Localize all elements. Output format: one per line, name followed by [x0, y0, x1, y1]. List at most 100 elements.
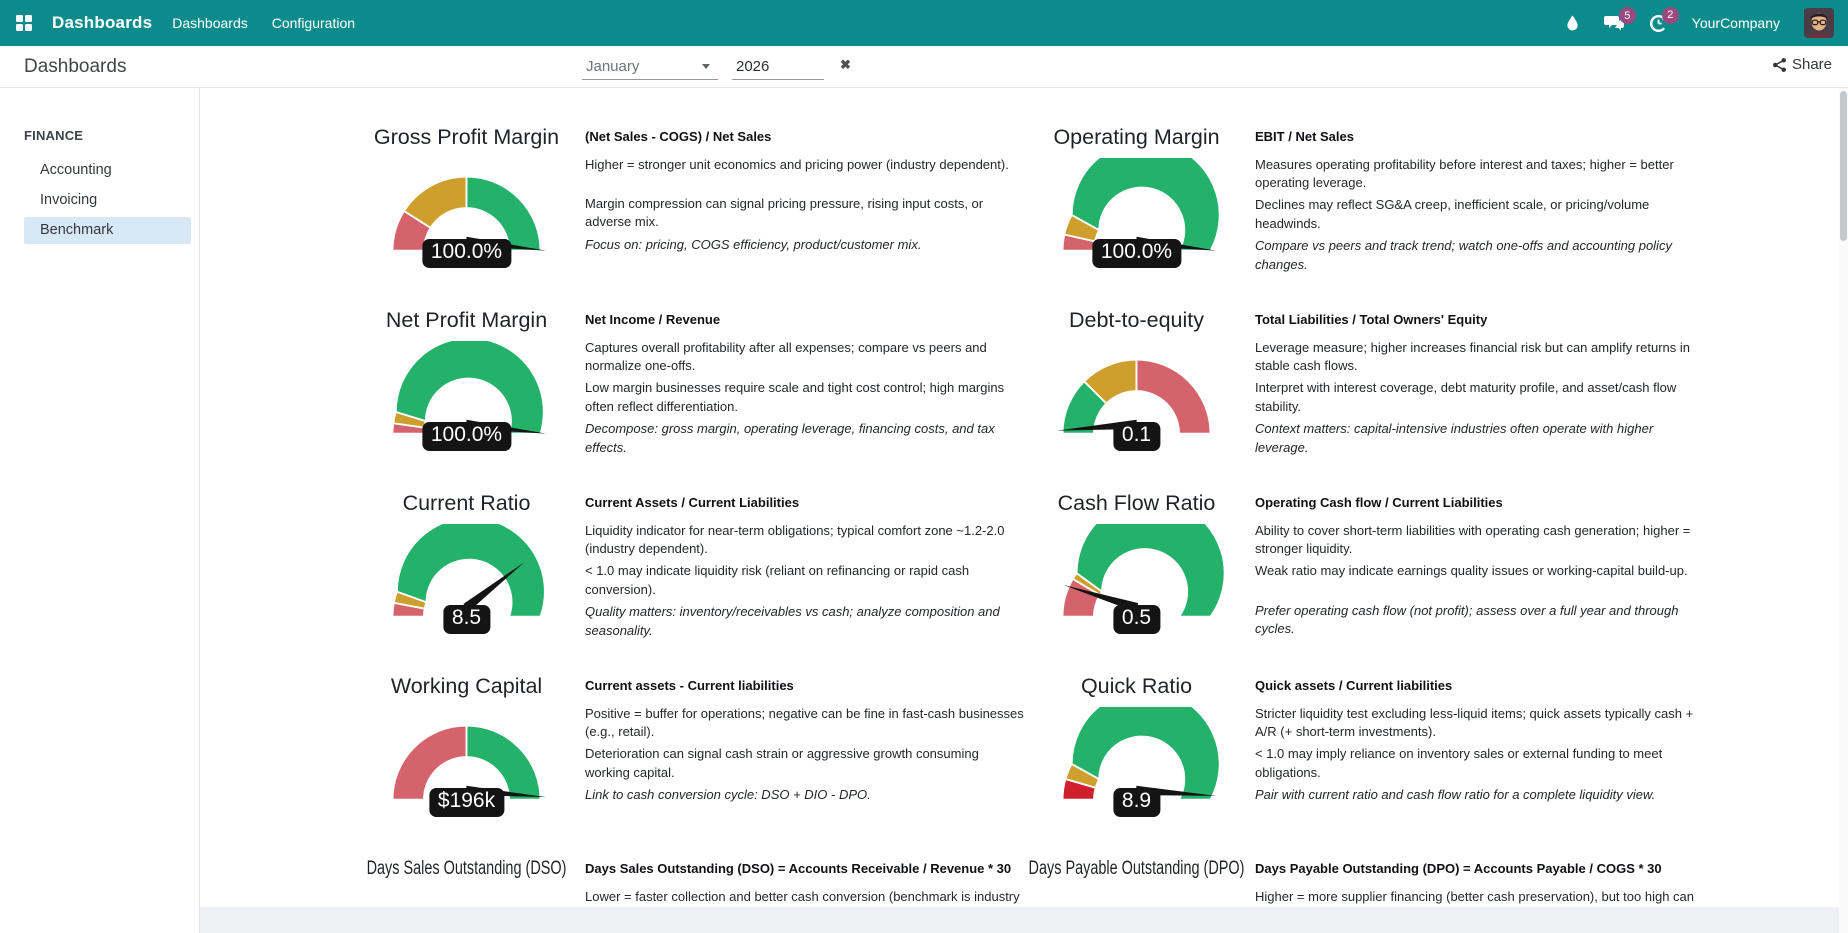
share-label: Share: [1792, 56, 1832, 73]
share-icon: [1772, 57, 1787, 73]
messages-icon[interactable]: 5: [1604, 14, 1625, 32]
kpi-title: Quick Ratio: [1044, 671, 1229, 701]
user-avatar[interactable]: [1804, 8, 1834, 38]
clear-filter-icon[interactable]: ✖: [840, 57, 851, 73]
kpi-description-lines: Measures operating profitability before …: [1255, 156, 1695, 275]
kpi-formula: Days Sales Outstanding (DSO) = Accounts …: [585, 860, 1025, 878]
messages-badge: 5: [1619, 7, 1636, 24]
kpi-description: Net Income / Revenue Captures overall pr…: [585, 305, 1025, 461]
kpi-gauge-chart: $196k: [374, 707, 559, 811]
kpi-note: Prefer operating cash flow (not profit);…: [1255, 602, 1695, 639]
kpi-value-badge: 100.0%: [422, 239, 511, 268]
kpi-value-badge: 8.5: [443, 605, 490, 634]
kpi-value-badge: 100.0%: [422, 422, 511, 451]
sidebar-item-invoicing[interactable]: Invoicing: [24, 187, 191, 214]
kpi-note: Pair with current ratio and cash flow ra…: [1255, 786, 1695, 804]
kpi-value-badge: 0.1: [1113, 422, 1160, 451]
kpi-value-badge: 0.5: [1113, 605, 1160, 634]
kpi-description: Quick assets / Current liabilities Stric…: [1255, 671, 1695, 820]
kpi-title: Operating Margin: [1044, 122, 1229, 152]
kpi-description-line: Liquidity indicator for near-term obliga…: [585, 522, 1025, 559]
kpi-card: Current Ratio 8.5 Current Assets / Curre…: [200, 454, 1024, 644]
kpi-description-lines: Higher = stronger unit economics and pri…: [585, 156, 1025, 255]
vertical-scrollbar[interactable]: [1839, 88, 1848, 933]
kpi-title: Days Sales Outstanding (DSO): [396, 854, 537, 884]
kpi-description-line: Leverage measure; higher increases finan…: [1255, 339, 1695, 376]
kpi-gauge-chart: 100.0%: [374, 341, 559, 445]
kpi-gauge-chart: 100.0%: [1044, 158, 1229, 262]
kpi-formula: (Net Sales - COGS) / Net Sales: [585, 128, 1025, 146]
kpi-formula: Total Liabilities / Total Owners' Equity: [1255, 311, 1695, 329]
kpi-note: Focus on: pricing, COGS efficiency, prod…: [585, 236, 1025, 254]
month-select[interactable]: January: [582, 54, 718, 80]
kpi-description-line: Stricter liquidity test excluding less-l…: [1255, 705, 1695, 742]
kpi-title: Days Payable Outstanding (DPO): [1066, 854, 1207, 884]
top-menu: Dashboards Configuration: [172, 15, 355, 31]
kpi-description-line: Ability to cover short-term liabilities …: [1255, 522, 1695, 559]
kpi-value-badge: $196k: [429, 788, 504, 817]
kpi-description-line: < 1.0 may imply reliance on inventory sa…: [1255, 745, 1695, 782]
kpi-card: Working Capital $196k Current assets - C…: [200, 637, 1024, 820]
kpi-card: Cash Flow Ratio 0.5 Operating Cash flow …: [1024, 454, 1848, 644]
activities-badge: 2: [1662, 7, 1679, 24]
sidebar-item-benchmark[interactable]: Benchmark: [24, 217, 191, 244]
kpi-row: Working Capital $196k Current assets - C…: [200, 637, 1848, 820]
app-brand[interactable]: Dashboards: [52, 13, 152, 33]
company-menu[interactable]: YourCompany: [1692, 15, 1780, 31]
top-menu-item-configuration[interactable]: Configuration: [272, 15, 355, 31]
year-input[interactable]: [732, 54, 824, 80]
kpi-gauge-chart: 0.5: [1044, 524, 1229, 628]
kpi-description-line: Deterioration can signal cash strain or …: [585, 745, 1025, 782]
kpi-title: Net Profit Margin: [374, 305, 559, 335]
apps-grid-icon[interactable]: [16, 15, 32, 31]
month-select-value: January: [582, 58, 702, 75]
kpi-description: Operating Cash flow / Current Liabilitie…: [1255, 488, 1695, 644]
kpi-formula: Current assets - Current liabilities: [585, 677, 1025, 695]
sidebar-list: Accounting Invoicing Benchmark: [0, 157, 199, 244]
kpi-card: Gross Profit Margin 100.0% (Net Sales - …: [200, 88, 1024, 278]
page-title: Dashboards: [24, 56, 126, 78]
kpi-description-line: Positive = buffer for operations; negati…: [585, 705, 1025, 742]
vertical-scrollbar-thumb[interactable]: [1840, 91, 1847, 241]
droplet-icon[interactable]: [1565, 14, 1580, 32]
kpi-card: Net Profit Margin 100.0% Net Income / Re…: [200, 271, 1024, 461]
kpi-description-line: Margin compression can signal pricing pr…: [585, 195, 1025, 232]
top-menu-item-dashboards[interactable]: Dashboards: [172, 15, 248, 31]
kpi-title: Cash Flow Ratio: [1044, 488, 1229, 518]
kpi-description-line: [1255, 585, 1695, 598]
kpi-description: (Net Sales - COGS) / Net Sales Higher = …: [585, 122, 1025, 278]
kpi-row: Net Profit Margin 100.0% Net Income / Re…: [200, 271, 1848, 454]
chevron-down-icon: [702, 64, 710, 69]
kpi-description-lines: Leverage measure; higher increases finan…: [1255, 339, 1695, 458]
kpi-description-line: Interpret with interest coverage, debt m…: [1255, 379, 1695, 416]
kpi-description-lines: Stricter liquidity test excluding less-l…: [1255, 705, 1695, 805]
kpi-note: Compare vs peers and track trend; watch …: [1255, 237, 1695, 274]
kpi-card: Quick Ratio 8.9 Quick assets / Current l…: [1024, 637, 1848, 820]
kpi-row: Gross Profit Margin 100.0% (Net Sales - …: [200, 88, 1848, 271]
kpi-description-line: < 1.0 may indicate liquidity risk (relia…: [585, 562, 1025, 599]
sidebar-item-accounting[interactable]: Accounting: [24, 157, 191, 184]
kpi-formula: Days Payable Outstanding (DPO) = Account…: [1255, 860, 1695, 878]
kpi-description-line: [585, 178, 1025, 191]
kpi-description-line: Higher = stronger unit economics and pri…: [585, 156, 1025, 174]
dashboard-content: Gross Profit Margin 100.0% (Net Sales - …: [200, 88, 1848, 933]
kpi-title: Debt-to-equity: [1044, 305, 1229, 335]
kpi-formula: EBIT / Net Sales: [1255, 128, 1695, 146]
kpi-gauge-chart: 8.9: [1044, 707, 1229, 811]
kpi-formula: Operating Cash flow / Current Liabilitie…: [1255, 494, 1695, 512]
kpi-note: Quality matters: inventory/receivables v…: [585, 603, 1025, 640]
kpi-description-lines: Liquidity indicator for near-term obliga…: [585, 522, 1025, 641]
kpi-formula: Current Assets / Current Liabilities: [585, 494, 1025, 512]
kpi-gauge-chart: 100.0%: [374, 158, 559, 262]
kpi-note: Decompose: gross margin, operating lever…: [585, 420, 1025, 457]
horizontal-scrollbar[interactable]: [200, 907, 1848, 933]
share-button[interactable]: Share: [1772, 56, 1832, 73]
kpi-title: Working Capital: [374, 671, 559, 701]
kpi-description-lines: Captures overall profitability after all…: [585, 339, 1025, 458]
kpi-description-line: Low margin businesses require scale and …: [585, 379, 1025, 416]
top-navbar: Dashboards Dashboards Configuration 5 2: [0, 0, 1848, 46]
activity-clock-icon[interactable]: 2: [1649, 14, 1668, 33]
kpi-title: Gross Profit Margin: [374, 122, 559, 152]
kpi-description: Current Assets / Current Liabilities Liq…: [585, 488, 1025, 644]
kpi-description: Total Liabilities / Total Owners' Equity…: [1255, 305, 1695, 461]
